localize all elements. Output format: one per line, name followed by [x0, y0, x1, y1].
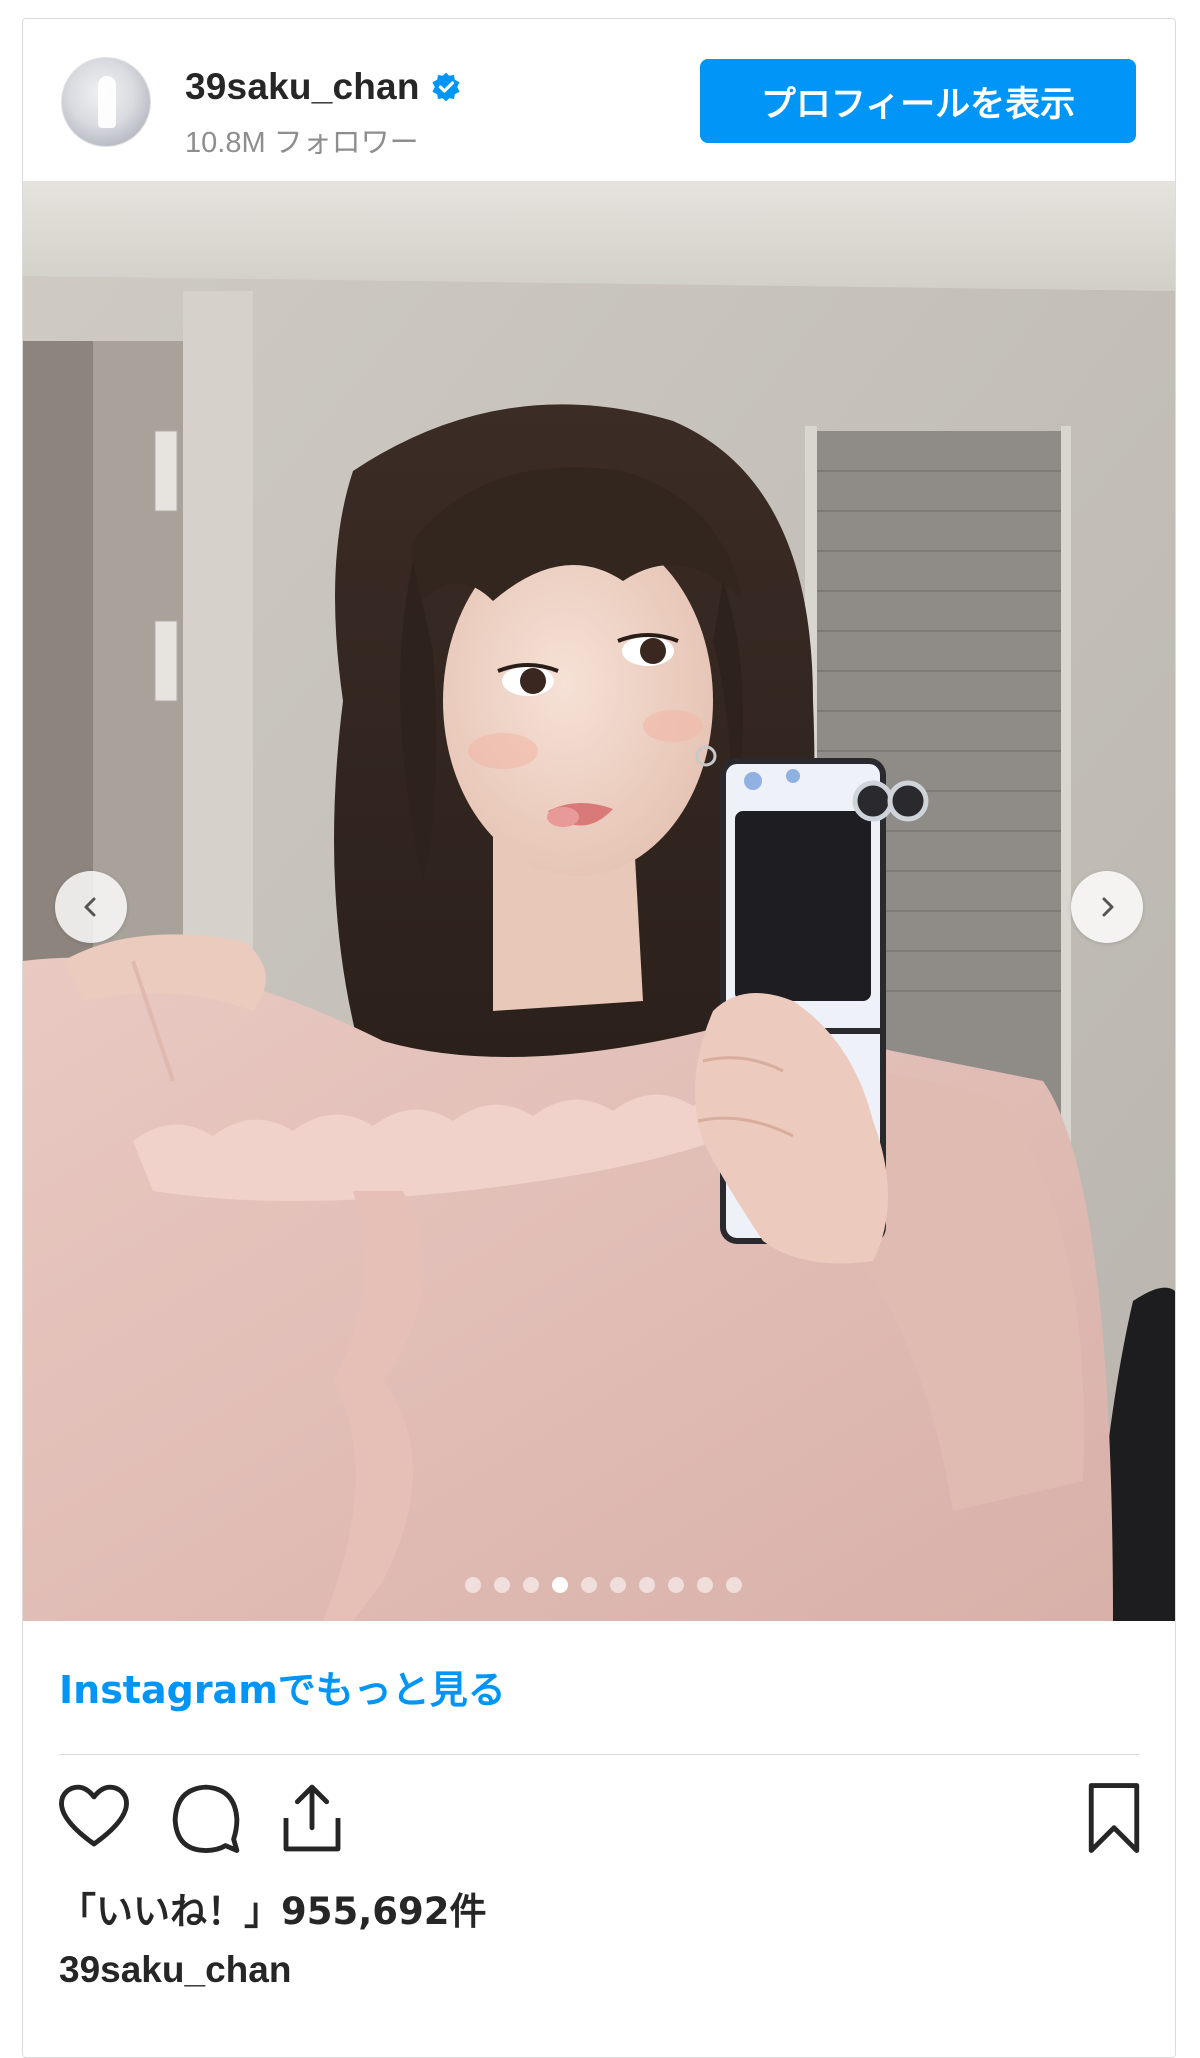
- post-header: 39saku_chan 10.8M フォロワー プロフィールを表示: [23, 19, 1175, 181]
- carousel-next-button[interactable]: [1071, 871, 1143, 943]
- divider: [59, 1754, 1139, 1755]
- like-count: 「いいね！」955,692件: [59, 1890, 487, 1933]
- view-profile-button[interactable]: プロフィールを表示: [700, 59, 1136, 143]
- instagram-embed-card: 39saku_chan 10.8M フォロワー プロフィールを表示 Instag…: [22, 18, 1176, 2058]
- verified-badge-icon: [432, 72, 460, 102]
- carousel-dot: [696, 1577, 713, 1593]
- like-button[interactable]: [55, 1779, 133, 1857]
- carousel-dot: [667, 1577, 684, 1593]
- carousel-dot: [580, 1577, 597, 1593]
- chevron-right-icon: [1102, 897, 1114, 917]
- carousel-dot: [464, 1577, 481, 1593]
- carousel-dot: [638, 1577, 655, 1593]
- carousel-dot: [551, 1577, 568, 1593]
- post-image[interactable]: [23, 181, 1175, 1621]
- comment-button[interactable]: [167, 1779, 245, 1857]
- follower-count: 10.8M フォロワー: [185, 127, 419, 159]
- avatar[interactable]: [61, 57, 151, 147]
- action-bar: [55, 1779, 1141, 1859]
- carousel-dot: [522, 1577, 539, 1593]
- save-button[interactable]: [1075, 1779, 1153, 1857]
- avatar-figure: [98, 76, 116, 128]
- heart-icon: [59, 1784, 129, 1847]
- chevron-left-icon: [84, 897, 96, 917]
- bookmark-icon: [1088, 1783, 1140, 1853]
- carousel-dot: [493, 1577, 510, 1593]
- carousel-dot: [725, 1577, 742, 1593]
- username-row: 39saku_chan: [185, 65, 462, 109]
- caption-username[interactable]: 39saku_chan: [59, 1949, 291, 1991]
- share-button[interactable]: [273, 1779, 351, 1857]
- carousel-dot: [609, 1577, 626, 1593]
- carousel-prev-button[interactable]: [55, 871, 127, 943]
- selfie-photo: [23, 181, 1175, 1621]
- username[interactable]: 39saku_chan: [185, 66, 420, 108]
- comment-icon: [172, 1784, 240, 1853]
- carousel-indicator: [23, 1577, 1175, 1601]
- share-upload-icon: [283, 1784, 341, 1852]
- view-more-on-instagram-link[interactable]: Instagramでもっと見る: [59, 1659, 506, 1714]
